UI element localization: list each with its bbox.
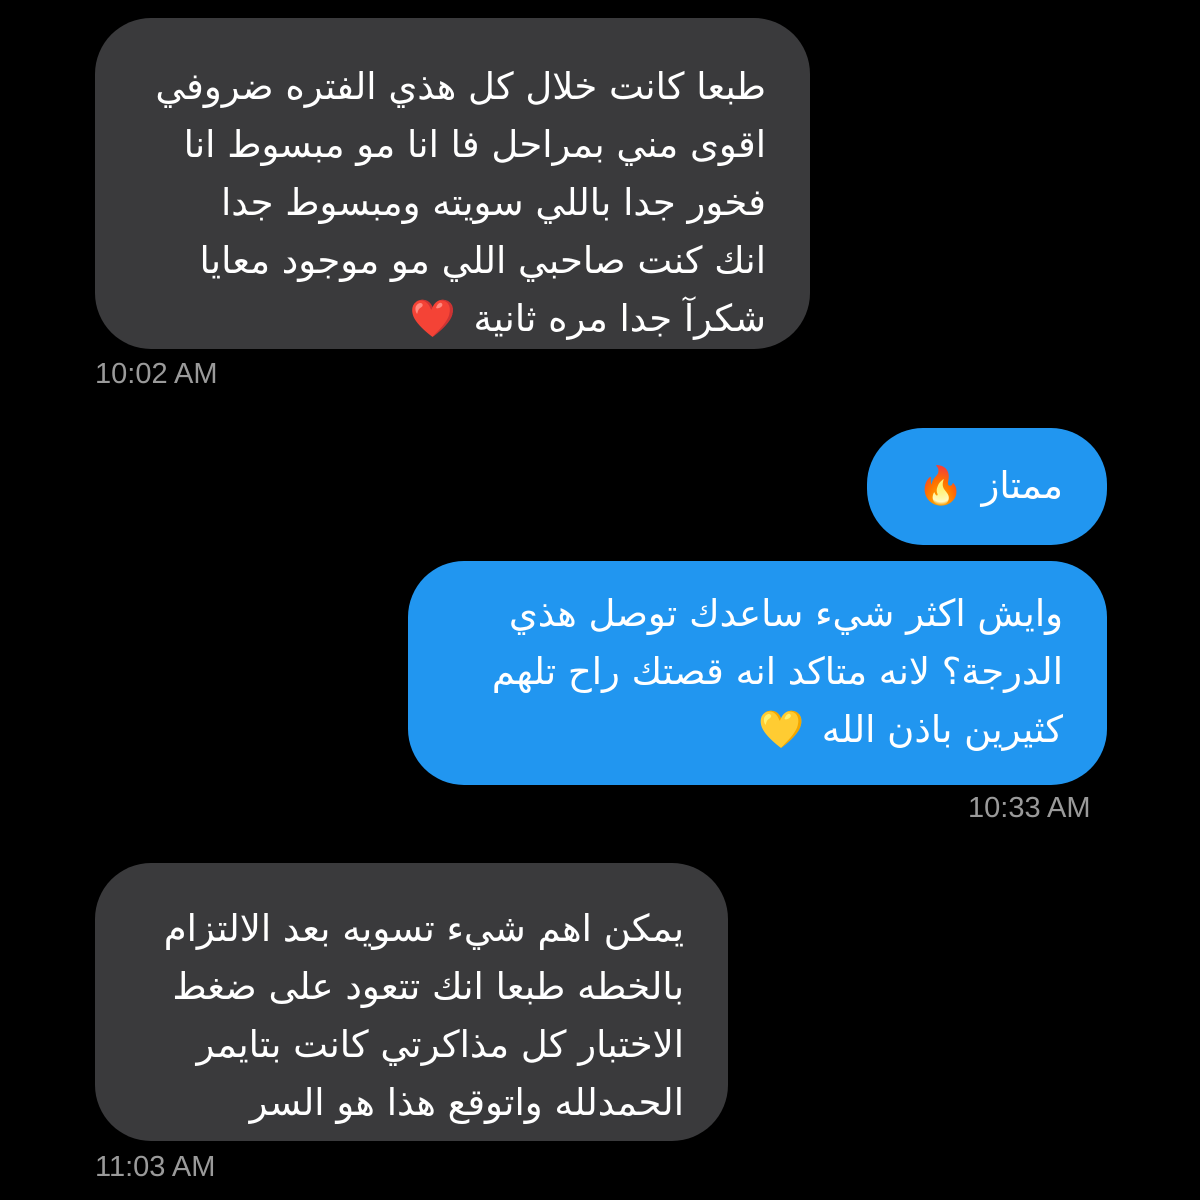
message-timestamp: 11:03 AM xyxy=(95,1151,216,1183)
message-text-line: وايش اكثر شيء ساعدك توصل هذي xyxy=(508,592,1063,635)
message-text: شكرآ جدا مره ثانية xyxy=(473,297,766,340)
message-bubble-received-2[interactable]: يمكن اهم شيء تسويه بعد الالتزام بالخطه ط… xyxy=(95,863,728,1141)
message-text-line: يمكن اهم شيء تسويه بعد الالتزام xyxy=(163,907,684,950)
message-text-line: بالخطه طبعا انك تتعود على ضغط xyxy=(172,965,684,1008)
message-text-line: الحمدلله واتوقع هذا هو السر xyxy=(249,1081,684,1124)
message-text-line: ممتاز 🔥 xyxy=(907,457,1063,515)
message-bubble-sent-2[interactable]: وايش اكثر شيء ساعدك توصل هذي الدرجة؟ لان… xyxy=(408,561,1107,785)
red-heart-emoji-icon: ❤️ xyxy=(409,297,456,340)
message-bubble-received-1[interactable]: طبعا كانت خلال كل هذي الفتره ضروفي اقوى … xyxy=(95,18,810,349)
message-bubble-sent-1[interactable]: ممتاز 🔥 xyxy=(867,428,1107,545)
message-text-line: اقوى مني بمراحل فا انا مو مبسوط انا xyxy=(183,123,766,166)
message-timestamp: 10:33 AM xyxy=(968,792,1091,824)
message-text-line: فخور جدا باللي سويته ومبسوط جدا xyxy=(220,181,766,224)
message-text-line: كثيرين باذن الله 💛 xyxy=(448,701,1063,759)
message-text: كثيرين باذن الله xyxy=(821,708,1063,751)
message-text: ممتاز xyxy=(981,464,1063,507)
message-text-line: شكرآ جدا مره ثانية ❤️ xyxy=(135,290,766,348)
message-text-line: انك كنت صاحبي اللي مو موجود معايا xyxy=(199,239,767,282)
message-text-line: الاختبار كل مذاكرتي كانت بتايمر xyxy=(196,1023,684,1066)
yellow-heart-emoji-icon: 💛 xyxy=(757,708,805,751)
fire-emoji-icon: 🔥 xyxy=(917,464,964,507)
message-text-line: طبعا كانت خلال كل هذي الفتره ضروفي xyxy=(155,65,766,108)
message-text-line: الدرجة؟ لانه متاكد انه قصتك راح تلهم xyxy=(491,650,1063,693)
message-timestamp: 10:02 AM xyxy=(95,358,218,390)
